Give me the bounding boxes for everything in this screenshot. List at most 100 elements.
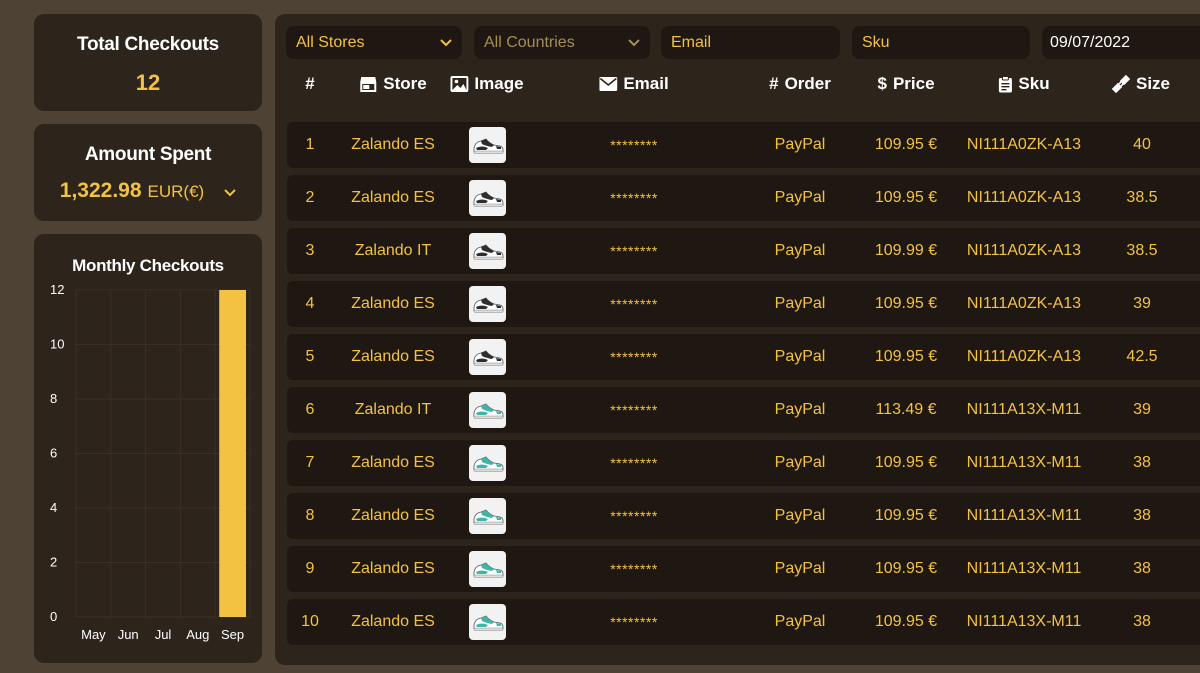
- row-number-cell: 8: [305, 507, 315, 524]
- row-number-cell: 7: [305, 454, 315, 471]
- email-cell: ********: [610, 508, 658, 524]
- column-size-label: Size: [1135, 74, 1171, 93]
- table-row[interactable]: 2 Zalando ES ******** PayPal 109.95 € NI111A0…: [287, 175, 1200, 221]
- email-cell: ********: [610, 614, 658, 630]
- row-number-cell: 10: [301, 613, 319, 630]
- y-tick-label: 4: [50, 500, 57, 515]
- column-size-header: Size: [1111, 74, 1171, 94]
- table-row[interactable]: 1 Zalando ES ******** PayPal 109.95 € NI111A0…: [287, 122, 1200, 168]
- order-method-cell: PayPal: [774, 295, 826, 312]
- store-icon: [359, 75, 377, 93]
- store-cell: Zalando ES: [351, 507, 435, 524]
- currency-chevron-down-icon[interactable]: [224, 185, 236, 200]
- order-method-cell: PayPal: [774, 560, 826, 577]
- table-row[interactable]: 6 Zalando IT ******** PayPal 113.49 € NI111A1…: [287, 387, 1200, 433]
- size-cell: 38.5: [1126, 242, 1158, 259]
- hash-icon: #: [769, 74, 779, 93]
- sneaker-icon: [473, 615, 503, 631]
- product-thumbnail[interactable]: [469, 339, 506, 375]
- store-filter-select[interactable]: All Stores: [286, 26, 462, 59]
- price-cell: 109.99 €: [874, 242, 938, 259]
- column-number-header: #: [305, 74, 314, 94]
- email-cell: ********: [610, 561, 658, 577]
- sneaker-icon: [473, 509, 503, 525]
- sku-cell: NI111A0ZK-A13: [966, 295, 1082, 312]
- table-row[interactable]: 9 Zalando ES ******** PayPal 109.95 € NI111A1…: [287, 546, 1200, 592]
- total-checkouts-value: 12: [135, 70, 161, 95]
- product-thumbnail[interactable]: [469, 604, 506, 640]
- row-number-cell: 2: [305, 189, 315, 206]
- store-cell: Zalando ES: [351, 560, 435, 577]
- email-filter-input[interactable]: [669, 32, 830, 53]
- sku-cell: NI111A13X-M11: [966, 454, 1082, 471]
- table-row[interactable]: 8 Zalando ES ******** PayPal 109.95 € NI111A1…: [287, 493, 1200, 539]
- sneaker-icon: [473, 191, 503, 207]
- product-thumbnail[interactable]: [469, 498, 506, 534]
- sneaker-icon: [473, 456, 503, 472]
- sneaker-icon: [473, 138, 503, 154]
- store-cell: Zalando ES: [351, 348, 435, 365]
- sku-cell: NI111A0ZK-A13: [966, 242, 1082, 259]
- column-email-label: Email: [623, 74, 669, 93]
- amount-spent-label: Amount Spent: [84, 144, 212, 165]
- price-cell: 109.95 €: [874, 348, 938, 365]
- column-order-label: Order: [784, 74, 831, 93]
- sku-filter-field[interactable]: [852, 26, 1030, 59]
- email-filter-field[interactable]: [661, 26, 840, 59]
- size-cell: 40: [1133, 136, 1151, 153]
- x-tick-label: Aug: [186, 627, 209, 642]
- amount-spent-row[interactable]: 1,322.98 EUR(€): [34, 179, 262, 203]
- order-method-cell: PayPal: [774, 401, 826, 418]
- x-tick-label: May: [81, 627, 106, 642]
- store-cell: Zalando IT: [354, 401, 432, 418]
- size-cell: 38: [1133, 613, 1151, 630]
- country-filter-select[interactable]: All Countries: [474, 26, 650, 59]
- table-header: # Store Image Email # Order $ Price Sku …: [275, 74, 1200, 102]
- product-thumbnail[interactable]: [469, 180, 506, 216]
- table-row[interactable]: 4 Zalando ES ******** PayPal 109.95 € NI111A0…: [287, 281, 1200, 327]
- product-thumbnail[interactable]: [469, 286, 506, 322]
- image-icon: [450, 76, 469, 92]
- row-number-cell: 9: [305, 560, 315, 577]
- email-cell: ********: [610, 137, 658, 153]
- product-thumbnail[interactable]: [469, 551, 506, 587]
- table-row[interactable]: 10 Zalando ES ******** PayPal 109.95 € NI111A…: [287, 599, 1200, 645]
- email-cell: ********: [610, 349, 658, 365]
- email-cell: ********: [610, 296, 658, 312]
- checkouts-panel: All Stores All Countries 09/07/2022 #: [275, 14, 1200, 665]
- column-image-label: Image: [474, 74, 524, 93]
- size-cell: 39: [1133, 295, 1151, 312]
- monthly-checkouts-card: 0 2 4 6 8 10 12 May Jun Jul Aug Sep Monthly Checkou…: [34, 234, 262, 663]
- x-tick-label: Sep: [221, 627, 244, 642]
- date-filter-value: 09/07/2022: [1050, 33, 1131, 51]
- column-store-label: Store: [383, 74, 427, 93]
- store-cell: Zalando ES: [351, 613, 435, 630]
- sku-filter-input[interactable]: [860, 32, 1020, 53]
- product-thumbnail[interactable]: [469, 445, 506, 481]
- total-checkouts-card: Total Checkouts 12: [34, 14, 262, 111]
- row-number-cell: 5: [305, 348, 315, 365]
- store-filter-value: All Stores: [296, 33, 365, 51]
- y-tick-label: 2: [50, 555, 57, 570]
- email-cell: ********: [610, 455, 658, 471]
- x-tick-label: Jul: [155, 627, 172, 642]
- column-price-header: $ Price: [877, 74, 934, 94]
- table-row[interactable]: 3 Zalando IT ******** PayPal 109.99 € NI111A0…: [287, 228, 1200, 274]
- product-thumbnail[interactable]: [469, 392, 506, 428]
- store-cell: Zalando ES: [351, 454, 435, 471]
- order-method-cell: PayPal: [774, 242, 826, 259]
- price-cell: 109.95 €: [874, 613, 938, 630]
- row-number-cell: 1: [305, 136, 315, 153]
- column-sku-label: Sku: [1018, 74, 1050, 93]
- table-row[interactable]: 7 Zalando ES ******** PayPal 109.95 € NI111A1…: [287, 440, 1200, 486]
- product-thumbnail[interactable]: [469, 233, 506, 269]
- price-cell: 109.95 €: [874, 454, 938, 471]
- price-cell: 109.95 €: [874, 136, 938, 153]
- size-cell: 39: [1133, 401, 1151, 418]
- envelope-icon: [599, 77, 618, 91]
- table-row[interactable]: 5 Zalando ES ******** PayPal 109.95 € NI111A0…: [287, 334, 1200, 380]
- ruler-icon: [1111, 75, 1130, 93]
- date-filter-field[interactable]: 09/07/2022: [1042, 26, 1200, 59]
- price-cell: 109.95 €: [874, 295, 938, 312]
- product-thumbnail[interactable]: [469, 127, 506, 163]
